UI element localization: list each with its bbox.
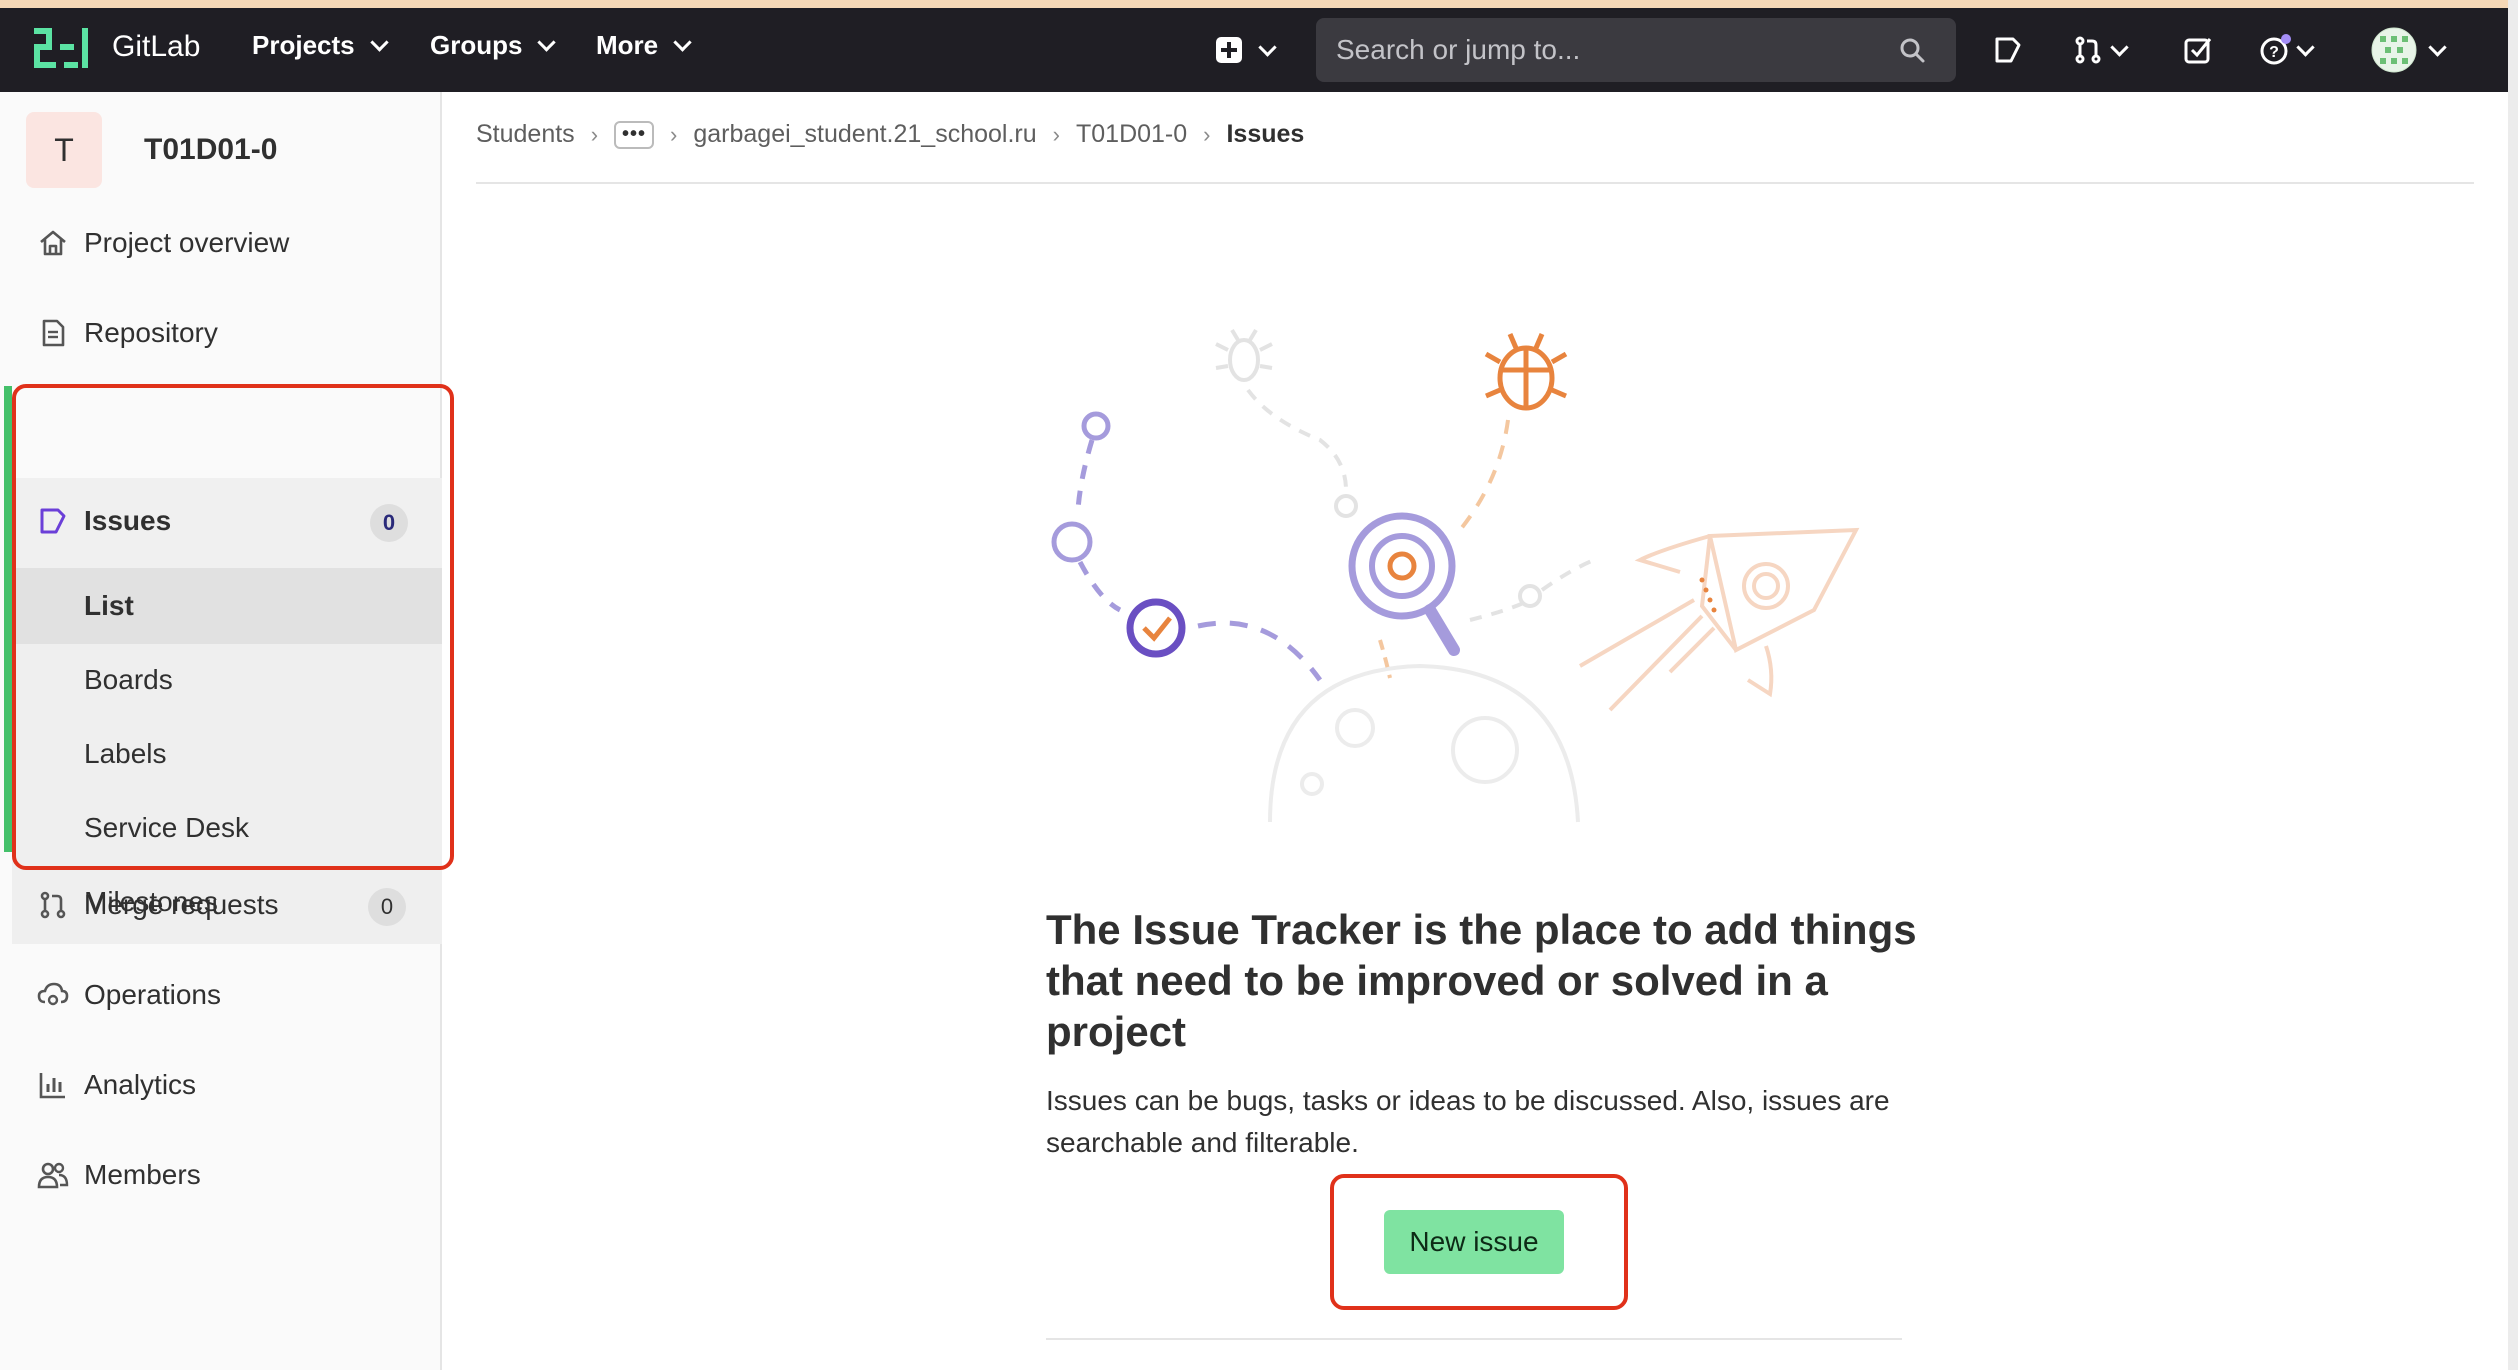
sidebar-item-label: Repository: [84, 317, 218, 348]
sidebar-item-members[interactable]: Members: [36, 1158, 201, 1192]
merge-requests-count-badge: 0: [368, 888, 406, 926]
projects-menu-label: Projects: [252, 30, 355, 60]
gitlab-brand[interactable]: GitLab: [112, 30, 200, 64]
breadcrumb-item-project[interactable]: T01D01-0: [1076, 120, 1187, 149]
chevron-down-icon: [2427, 37, 2447, 57]
chevron-down-icon: [1257, 37, 1277, 57]
sidebar-item-label: Members: [84, 1159, 201, 1190]
chevron-down-icon: [537, 33, 557, 52]
svg-text:?: ?: [2269, 44, 2279, 61]
issue-tracker-illustration: [1051, 328, 1860, 823]
user-menu-button[interactable]: [2364, 27, 2450, 73]
window-right-edge: [2508, 0, 2518, 1370]
more-menu-label: More: [596, 30, 659, 60]
issues-icon: [1995, 37, 2021, 63]
empty-state-divider: [1046, 1338, 1902, 1340]
create-new-button[interactable]: [1204, 28, 1284, 72]
gitlab-logo-icon[interactable]: [34, 26, 92, 72]
active-section-indicator: [4, 386, 12, 852]
more-menu[interactable]: More: [596, 30, 692, 61]
file-icon: [36, 316, 70, 350]
breadcrumb-item-students[interactable]: Students: [476, 120, 575, 149]
chevron-down-icon: [673, 33, 692, 52]
sidebar-item-label: Merge requests: [84, 889, 279, 920]
chevron-right-icon: ›: [1203, 121, 1211, 147]
merge-request-icon: [2075, 36, 2100, 64]
chevron-down-icon: [2295, 37, 2315, 57]
breadcrumb-current[interactable]: Issues: [1226, 120, 1304, 149]
issues-shortcut-button[interactable]: [1986, 28, 2030, 72]
groups-menu-label: Groups: [430, 30, 523, 60]
sidebar-item-label: Operations: [84, 979, 221, 1010]
projects-menu[interactable]: Projects: [252, 30, 389, 61]
todo-check-icon: [2184, 38, 2212, 64]
cloud-gear-icon: [36, 978, 70, 1012]
chart-icon: [36, 1068, 70, 1102]
issues-highlight-annotation: [12, 384, 454, 870]
window-top-strip: [0, 0, 2518, 8]
chevron-right-icon: ›: [590, 121, 599, 147]
new-issue-button[interactable]: New issue: [1384, 1210, 1564, 1274]
search-icon[interactable]: [1898, 36, 1926, 64]
sidebar-item-analytics[interactable]: Analytics: [36, 1068, 196, 1102]
sidebar-item-label: Analytics: [84, 1069, 197, 1100]
todos-button[interactable]: [2176, 28, 2220, 72]
top-navbar: GitLab Projects Groups More Search or ju…: [0, 8, 2518, 92]
empty-state-title: The Issue Tracker is the place to add th…: [1046, 906, 1917, 1055]
search-box[interactable]: [1316, 18, 1956, 82]
breadcrumb: Students › ••• › garbagei_student.21_sch…: [476, 120, 1304, 149]
chevron-right-icon: ›: [670, 121, 678, 147]
sidebar-item-label: Project overview: [84, 227, 290, 258]
chevron-down-icon: [369, 33, 389, 52]
help-menu-button[interactable]: ?: [2250, 28, 2320, 72]
project-name[interactable]: T01D01-0: [144, 133, 277, 167]
chevron-down-icon: [2109, 37, 2129, 57]
user-avatar-icon: [2371, 27, 2416, 73]
groups-menu[interactable]: Groups: [430, 30, 557, 61]
empty-state-description: Issues can be bugs, tasks or ideas to be…: [1046, 1085, 1890, 1158]
search-input[interactable]: [1334, 33, 1898, 67]
breadcrumb-expand-button[interactable]: •••: [614, 120, 655, 149]
sidebar-item-project-overview[interactable]: Project overview: [36, 226, 289, 260]
merge-requests-shortcut-button[interactable]: [2064, 28, 2134, 72]
sidebar-item-repository[interactable]: Repository: [36, 316, 218, 350]
help-icon: ?: [2260, 34, 2291, 65]
breadcrumb-item-namespace[interactable]: garbagei_student.21_school.ru: [693, 120, 1036, 149]
users-icon: [36, 1158, 70, 1192]
home-icon: [36, 226, 70, 260]
chevron-right-icon: ›: [1052, 121, 1060, 147]
project-avatar[interactable]: T: [26, 112, 102, 188]
merge-request-icon: [36, 888, 70, 922]
project-header[interactable]: T T01D01-0: [26, 112, 277, 188]
breadcrumb-divider: [476, 182, 2474, 184]
sidebar-item-merge-requests[interactable]: Merge requests: [36, 888, 279, 922]
sidebar-item-operations[interactable]: Operations: [36, 978, 221, 1012]
plus-square-icon: [1215, 37, 1242, 63]
